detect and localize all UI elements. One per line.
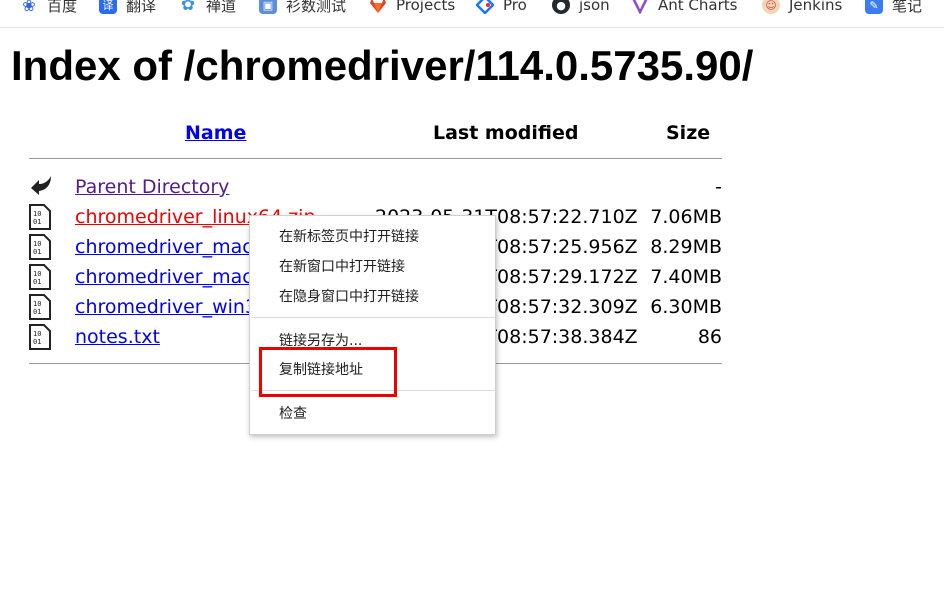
svg-text:10: 10 <box>33 330 41 338</box>
back-arrow-icon <box>29 174 51 200</box>
header-divider <box>29 158 722 159</box>
bookmark-translate[interactable]: 译 翻译 <box>99 0 157 15</box>
bookmark-ant-charts[interactable]: Ant Charts <box>631 0 738 14</box>
context-menu: 在新标签页中打开链接 在新窗口中打开链接 在隐身窗口中打开链接 链接另存为...… <box>249 215 496 435</box>
bookmark-notes[interactable]: ✎ 笔记 <box>865 0 923 15</box>
page-title: Index of /chromedriver/114.0.5735.90/ <box>11 42 754 89</box>
binary-file-icon: 10 01 <box>29 264 51 290</box>
file-size: 7.06MB <box>650 206 722 228</box>
bookmark-label: Jenkins <box>789 0 843 14</box>
bookmark-label: Ant Charts <box>658 0 738 14</box>
column-header-last-modified: Last modified <box>433 122 579 144</box>
svg-text:10: 10 <box>33 300 41 308</box>
jenkins-icon: ☺ <box>762 0 780 14</box>
svg-text:01: 01 <box>33 308 41 316</box>
svg-text:01: 01 <box>33 278 41 286</box>
github-icon: ● <box>552 0 570 14</box>
column-header-name[interactable]: Name <box>185 120 246 146</box>
svg-text:10: 10 <box>33 240 41 248</box>
bookmark-baidu[interactable]: ❀ 百度 <box>20 0 78 15</box>
menu-separator <box>251 317 495 318</box>
bookmark-projects[interactable]: Projects <box>369 0 456 14</box>
translate-icon: 译 <box>99 0 117 14</box>
file-size: - <box>715 176 722 198</box>
bookmark-zentao[interactable]: ✿ 禅道 <box>179 0 237 15</box>
note-icon: ✎ <box>865 0 883 14</box>
bookmark-label: 翻译 <box>126 0 157 15</box>
binary-file-icon: 10 01 <box>29 204 51 230</box>
binary-file-icon: 10 01 <box>29 324 51 350</box>
gitlab-icon <box>369 0 387 14</box>
file-size: 8.29MB <box>650 236 722 258</box>
svg-text:10: 10 <box>33 210 41 218</box>
file-size: 6.30MB <box>650 296 722 318</box>
svg-text:10: 10 <box>33 270 41 278</box>
bookmark-label: 衫数测试 <box>286 0 347 15</box>
table-row-parent: Parent Directory - <box>0 172 944 202</box>
bookmark-jenkins[interactable]: ☺ Jenkins <box>762 0 843 14</box>
menu-item-open-in-incognito[interactable]: 在隐身窗口中打开链接 <box>250 283 495 311</box>
bookmark-json[interactable]: ● json <box>552 0 610 14</box>
menu-item-open-in-new-tab[interactable]: 在新标签页中打开链接 <box>250 223 495 251</box>
binary-file-icon: 10 01 <box>29 234 51 260</box>
bookmark-shanshu-test[interactable]: ▣ 衫数测试 <box>259 0 347 15</box>
bookmarks-bar: ❀ 百度 译 翻译 ✿ 禅道 ▣ 衫数测试 Projects Pro ● jso… <box>0 0 944 28</box>
cube-icon: ▣ <box>259 0 277 14</box>
file-size: 7.40MB <box>650 266 722 288</box>
file-link[interactable]: notes.txt <box>75 324 160 350</box>
binary-file-icon: 10 01 <box>29 294 51 320</box>
bookmark-label: json <box>579 0 610 14</box>
svg-text:01: 01 <box>33 338 41 346</box>
menu-item-open-in-new-window[interactable]: 在新窗口中打开链接 <box>250 253 495 281</box>
ant-v-icon <box>631 0 649 14</box>
parent-directory-link[interactable]: Parent Directory <box>75 174 229 200</box>
column-header-size: Size <box>666 122 711 144</box>
diamond-icon <box>476 0 494 14</box>
bookmark-label: 禅道 <box>206 0 237 15</box>
bookmark-label: Projects <box>396 0 456 14</box>
zentao-icon: ✿ <box>180 0 196 15</box>
menu-item-inspect[interactable]: 检查 <box>250 400 495 428</box>
baidu-paw-icon: ❀ <box>22 0 36 15</box>
highlight-annotation-box <box>259 347 397 397</box>
svg-text:01: 01 <box>33 218 41 226</box>
file-size: 86 <box>697 326 722 348</box>
bookmark-pro[interactable]: Pro <box>476 0 527 14</box>
bookmark-label: 笔记 <box>892 0 923 15</box>
bookmark-label: 百度 <box>47 0 78 15</box>
bookmark-label: Pro <box>503 0 527 14</box>
svg-text:01: 01 <box>33 248 41 256</box>
